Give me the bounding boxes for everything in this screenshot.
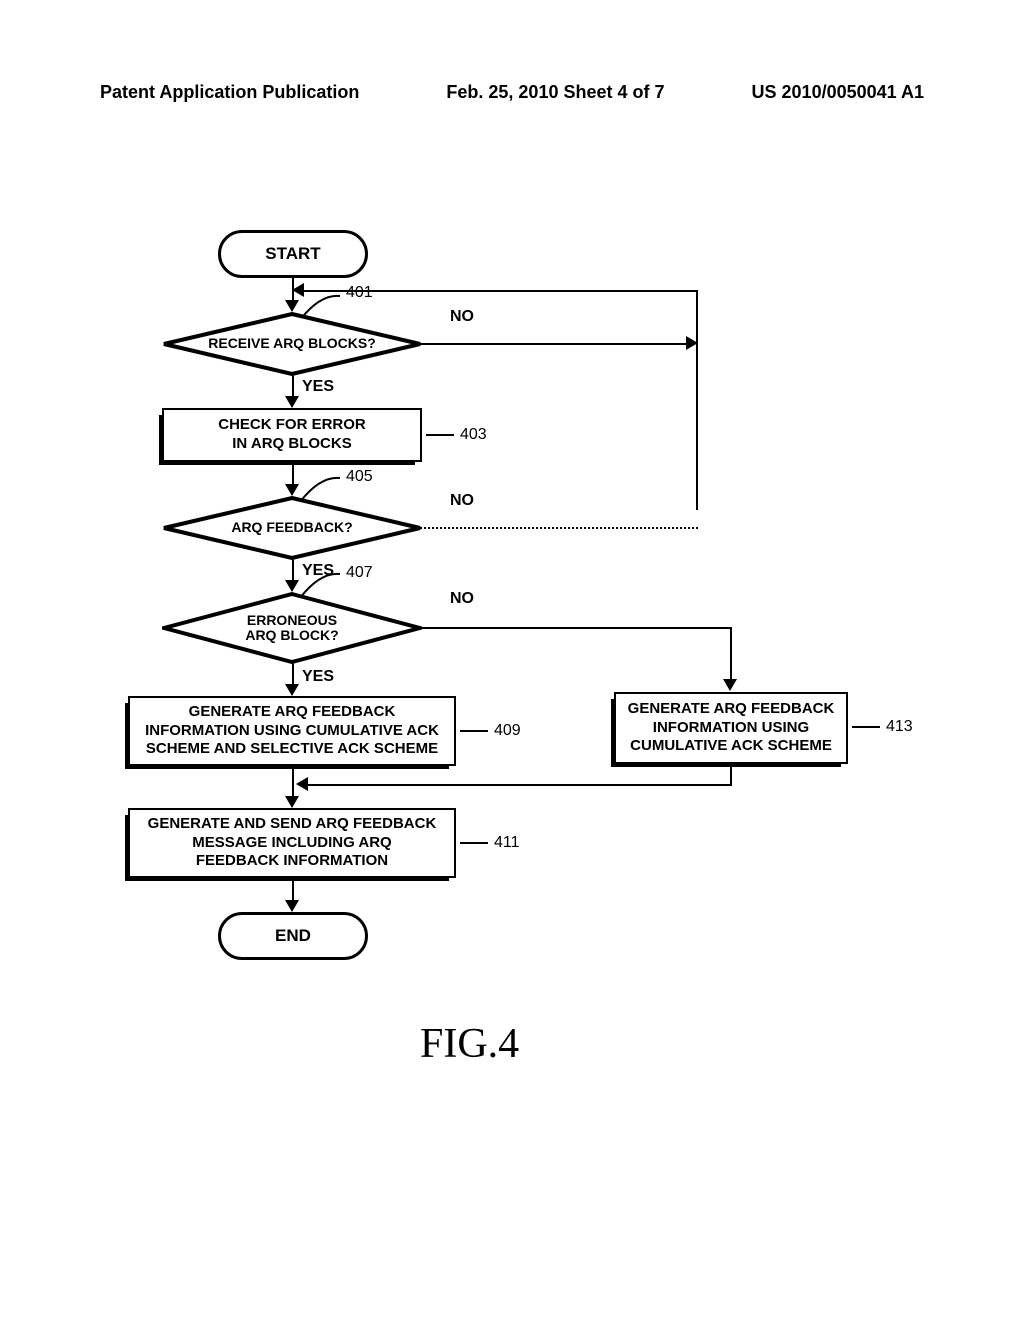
- dec3-label: ERRONEOUS ARQ BLOCK?: [245, 613, 338, 644]
- arrowhead-icon: [285, 684, 299, 696]
- arrowhead-icon: [285, 796, 299, 808]
- connector: [292, 766, 294, 800]
- process-gen-feedback-cumulative: GENERATE ARQ FEEDBACK INFORMATION USING …: [614, 692, 848, 764]
- terminator-end: END: [218, 912, 368, 960]
- decision-arq-feedback: ARQ FEEDBACK?: [162, 496, 422, 560]
- figure-label: FIG.4: [420, 1020, 519, 1068]
- header-center: Feb. 25, 2010 Sheet 4 of 7: [446, 82, 664, 103]
- connector: [696, 290, 698, 510]
- ref-405: 405: [346, 468, 373, 486]
- leader-403: [426, 434, 454, 436]
- page-header: Patent Application Publication Feb. 25, …: [100, 82, 924, 103]
- no-label-3: NO: [450, 590, 474, 608]
- decision-receive-arq: RECEIVE ARQ BLOCKS?: [162, 312, 422, 376]
- arrowhead-icon: [285, 484, 299, 496]
- end-label: END: [275, 926, 311, 946]
- process-gen-feedback-selective: GENERATE ARQ FEEDBACK INFORMATION USING …: [128, 696, 456, 766]
- terminator-start: START: [218, 230, 368, 278]
- connector: [730, 627, 732, 683]
- no-label-1: NO: [450, 308, 474, 326]
- yes-label-1: YES: [302, 378, 334, 396]
- connector: [302, 290, 698, 292]
- process-check-error: CHECK FOR ERROR IN ARQ BLOCKS: [162, 408, 422, 462]
- yes-label-3: YES: [302, 668, 334, 686]
- process-send-feedback-msg: GENERATE AND SEND ARQ FEEDBACK MESSAGE I…: [128, 808, 456, 878]
- proc403-label: CHECK FOR ERROR IN ARQ BLOCKS: [218, 416, 366, 454]
- proc411-label: GENERATE AND SEND ARQ FEEDBACK MESSAGE I…: [148, 815, 437, 871]
- connector: [306, 784, 732, 786]
- start-label: START: [265, 244, 320, 264]
- connector: [420, 627, 732, 629]
- header-right: US 2010/0050041 A1: [752, 82, 924, 103]
- arrowhead-icon: [285, 580, 299, 592]
- arrowhead-icon: [285, 396, 299, 408]
- header-left: Patent Application Publication: [100, 82, 359, 103]
- proc409-label: GENERATE ARQ FEEDBACK INFORMATION USING …: [145, 703, 439, 759]
- connector: [420, 343, 690, 345]
- leader-411: [460, 842, 488, 844]
- ref-411: 411: [494, 834, 520, 852]
- flowchart-stage: START 401 RECEIVE ARQ BLOCKS? NO YES CHE…: [100, 230, 924, 1030]
- connector-dotted: [420, 527, 698, 529]
- ref-403: 403: [460, 426, 487, 444]
- arrowhead-icon: [285, 300, 299, 312]
- decision-erroneous-block: ERRONEOUS ARQ BLOCK?: [162, 592, 422, 664]
- leader-409: [460, 730, 488, 732]
- arrowhead-icon: [296, 777, 308, 791]
- no-label-2: NO: [450, 492, 474, 510]
- leader-413: [852, 726, 880, 728]
- ref-407: 407: [346, 564, 373, 582]
- ref-409: 409: [494, 722, 521, 740]
- arrowhead-icon: [285, 900, 299, 912]
- arrowhead-icon: [723, 679, 737, 691]
- proc413-label: GENERATE ARQ FEEDBACK INFORMATION USING …: [628, 700, 835, 756]
- ref-413: 413: [886, 718, 913, 736]
- ref-401: 401: [346, 284, 373, 302]
- connector: [730, 764, 732, 786]
- dec2-label: ARQ FEEDBACK?: [231, 520, 352, 535]
- arrowhead-icon: [292, 283, 304, 297]
- dec1-label: RECEIVE ARQ BLOCKS?: [208, 336, 376, 351]
